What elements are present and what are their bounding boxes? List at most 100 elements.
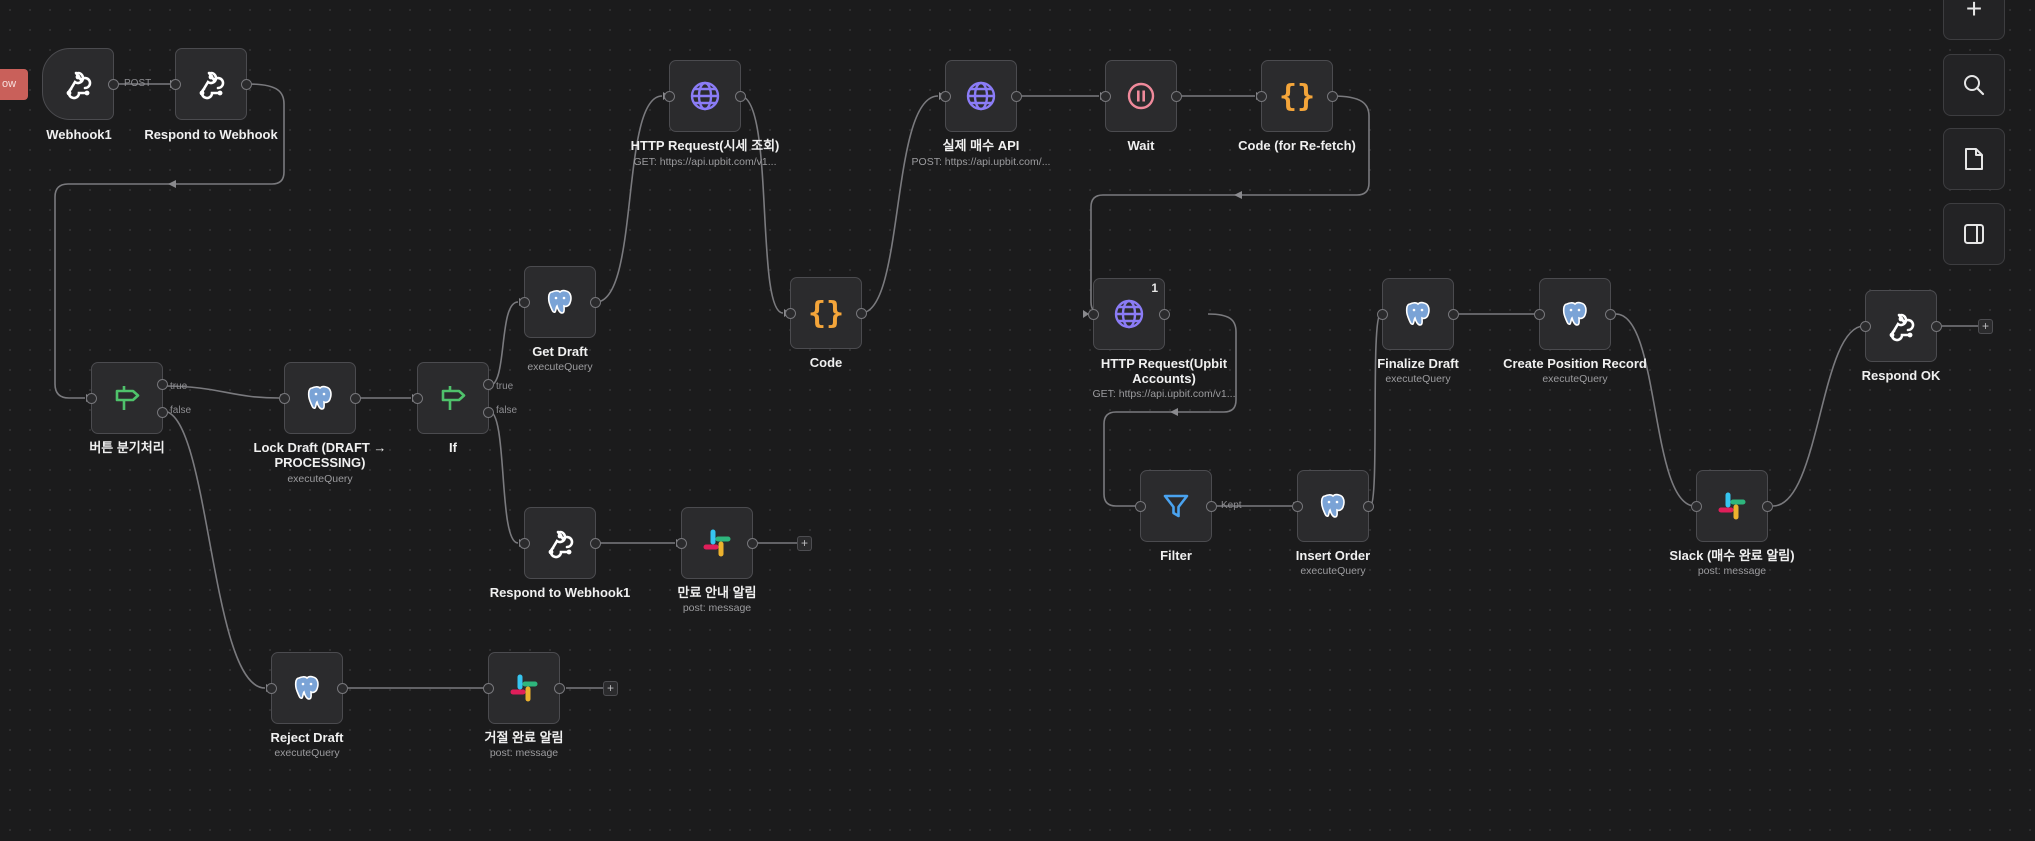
output-port[interactable]: [590, 296, 601, 308]
input-port[interactable]: [266, 682, 277, 694]
output-port[interactable]: [590, 537, 601, 549]
input-port[interactable]: [412, 392, 423, 404]
output-port[interactable]: [1011, 90, 1022, 102]
node-http-request-price[interactable]: [664, 60, 746, 132]
output-port[interactable]: [1171, 90, 1182, 102]
node-reject-draft[interactable]: [266, 652, 348, 724]
node-label-http-request-price: HTTP Request(시세 조회): [630, 138, 780, 153]
add-node-button[interactable]: +: [797, 536, 812, 551]
node-respond-to-webhook1[interactable]: [519, 507, 601, 579]
webhook-icon: [548, 530, 574, 559]
output-port[interactable]: [1605, 308, 1616, 320]
left-edge-tag[interactable]: ow: [0, 69, 28, 100]
edge-label-false: false: [496, 405, 518, 416]
input-port[interactable]: [483, 682, 494, 694]
node-code[interactable]: {}: [785, 277, 867, 349]
input-port[interactable]: [1100, 90, 1111, 102]
panel-toggle-icon: [1964, 224, 1984, 244]
output-port-false[interactable]: [483, 406, 494, 418]
output-port[interactable]: [1931, 320, 1942, 332]
output-port-false[interactable]: [157, 406, 168, 418]
input-port[interactable]: [86, 392, 97, 404]
node-subtitle-http-request-accounts: GET: https://api.upbit.com/v1...: [1092, 388, 1236, 400]
input-port[interactable]: [1088, 308, 1099, 320]
node-label-code: Code: [809, 355, 843, 370]
node-create-position-record[interactable]: [1534, 278, 1616, 350]
output-port-true[interactable]: [157, 378, 168, 390]
output-port[interactable]: [1448, 308, 1459, 320]
node-buy-api[interactable]: [940, 60, 1022, 132]
node-label-code-refetch: Code (for Re-fetch): [1238, 138, 1356, 153]
toggle-panel-button[interactable]: [1943, 203, 2005, 265]
node-reject-alert[interactable]: [483, 652, 565, 724]
node-code-refetch[interactable]: {}: [1256, 60, 1338, 132]
input-port[interactable]: [1292, 500, 1303, 512]
plus-icon: +: [1965, 0, 1983, 24]
output-port[interactable]: [350, 392, 361, 404]
input-port[interactable]: [1534, 308, 1545, 320]
search-icon: [1964, 75, 1985, 96]
input-port[interactable]: [519, 296, 530, 308]
node-filter[interactable]: [1135, 470, 1217, 542]
node-wait[interactable]: [1100, 60, 1182, 132]
node-get-draft[interactable]: [519, 266, 601, 338]
node-finalize-draft[interactable]: [1377, 278, 1459, 350]
output-port[interactable]: [337, 682, 348, 694]
node-respond-ok[interactable]: [1860, 290, 1942, 362]
add-node-panel-button[interactable]: +: [1943, 0, 2005, 40]
node-respond-to-webhook[interactable]: [170, 48, 252, 120]
output-port[interactable]: [1762, 500, 1773, 512]
node-label-slack-buy-alert: Slack (매수 완료 알림): [1669, 548, 1795, 563]
input-port[interactable]: [1256, 90, 1267, 102]
output-port[interactable]: [735, 90, 746, 102]
output-port[interactable]: [108, 78, 119, 90]
input-port[interactable]: [1860, 320, 1871, 332]
output-port[interactable]: [1206, 500, 1217, 512]
node-button-branch[interactable]: [86, 362, 168, 434]
input-port[interactable]: [279, 392, 290, 404]
postgres-icon: [294, 675, 319, 700]
node-subtitle-slack-buy-alert: post: message: [1697, 565, 1767, 577]
node-label-if: If: [449, 440, 457, 455]
input-port[interactable]: [1691, 500, 1702, 512]
workflow-canvas[interactable]: ow POST true false true false Kept Webho…: [0, 0, 2035, 841]
input-port[interactable]: [940, 90, 951, 102]
node-label-respond-to-webhook: Respond to Webhook: [144, 127, 278, 142]
connection-if-respond1: [488, 410, 519, 544]
node-subtitle-reject-alert: post: message: [489, 747, 559, 759]
add-node-button[interactable]: +: [1978, 319, 1993, 334]
node-lock-draft[interactable]: [279, 362, 361, 434]
input-port[interactable]: [1377, 308, 1388, 320]
input-port[interactable]: [664, 90, 675, 102]
node-slack-buy-alert[interactable]: [1691, 470, 1773, 542]
switch-sign-icon: [441, 386, 466, 410]
output-port[interactable]: [747, 537, 758, 549]
node-if[interactable]: [412, 362, 494, 434]
output-port[interactable]: [1327, 90, 1338, 102]
node-webhook1[interactable]: [42, 48, 119, 120]
node-label-button-branch: 버튼 분기처리: [89, 440, 165, 455]
output-port[interactable]: [1363, 500, 1374, 512]
input-port[interactable]: [519, 537, 530, 549]
node-subtitle-buy-api: POST: https://api.upbit.com/...: [911, 156, 1051, 168]
node-subtitle-reject-draft: executeQuery: [274, 747, 340, 759]
input-port[interactable]: [1135, 500, 1146, 512]
globe-icon: [1114, 299, 1144, 329]
connection-http-code: [739, 95, 784, 314]
input-port[interactable]: [785, 307, 796, 319]
search-nodes-button[interactable]: [1943, 54, 2005, 116]
node-insert-order[interactable]: [1292, 470, 1374, 542]
code-braces-icon: {}: [1278, 78, 1316, 114]
webhook-icon: [199, 71, 225, 100]
output-port[interactable]: [1159, 308, 1170, 320]
node-http-request-accounts[interactable]: 1: [1088, 278, 1170, 350]
output-port[interactable]: [856, 307, 867, 319]
output-port[interactable]: [554, 682, 565, 694]
input-port[interactable]: [676, 537, 687, 549]
output-port[interactable]: [241, 78, 252, 90]
node-expire-alert[interactable]: [676, 507, 758, 579]
output-port-true[interactable]: [483, 378, 494, 390]
add-sticky-note-button[interactable]: [1943, 128, 2005, 190]
input-port[interactable]: [170, 78, 181, 90]
add-node-button[interactable]: +: [603, 681, 618, 696]
